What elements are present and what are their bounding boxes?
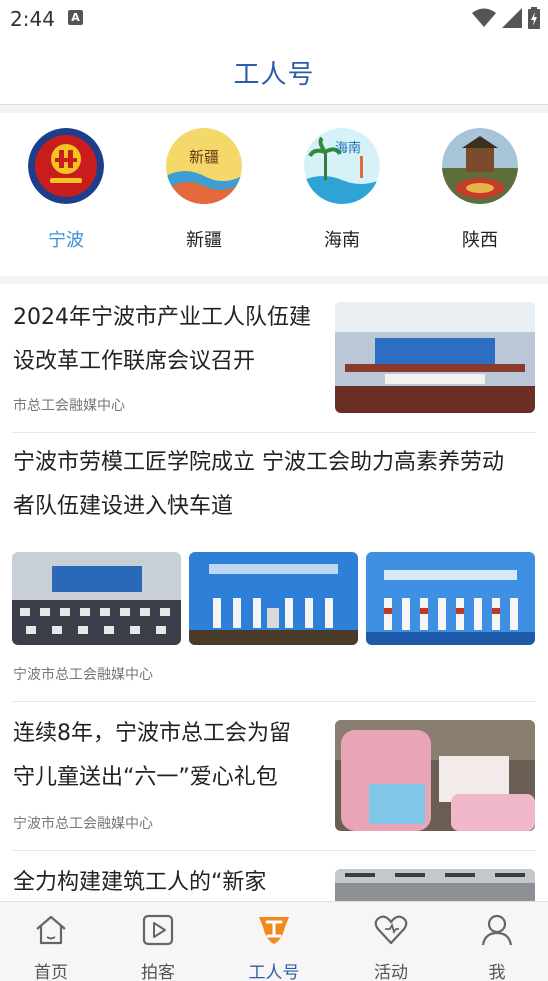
tab-home[interactable]: 首页 <box>11 912 91 981</box>
article-item[interactable]: 宁波市劳模工匠学院成立 宁波工会助力高素养劳动 者队伍建设进入快车道 宁波市总工… <box>0 433 548 701</box>
channel-hainan[interactable]: 海南 海南 <box>292 128 392 252</box>
user-icon <box>481 914 513 946</box>
title-bar: 工人号 <box>0 36 548 105</box>
tab-label: 我 <box>488 963 506 981</box>
channel-xinjiang[interactable]: 新疆 新疆 <box>154 128 254 252</box>
article-title-line2: 者队伍建设进入快车道 <box>13 494 234 519</box>
article-feed[interactable]: 2024年宁波市产业工人队伍建 设改革工作联席会议召开 市总工会融媒中心 宁波市… <box>0 284 548 901</box>
article-title-line1: 全力构建建筑工人的“新家 <box>13 870 267 895</box>
heart-icon <box>374 915 408 945</box>
channel-label: 新疆 <box>186 230 222 251</box>
tab-me[interactable]: 我 <box>457 912 537 981</box>
tab-label: 拍客 <box>141 963 175 981</box>
status-icons <box>472 6 540 30</box>
bottom-tab-bar: 首页 拍客 工人号 活动 我 <box>0 901 548 981</box>
article-thumbnail <box>335 869 535 901</box>
channel-list: 宁波 新疆 新疆 海南 海南 陕西 <box>0 113 548 276</box>
status-time: 2:44 <box>10 7 55 31</box>
article-title-line2: 设改革工作联席会议召开 <box>13 349 256 374</box>
article-thumbnail <box>366 552 535 645</box>
article-title-line2: 守儿童送出“六一”爱心礼包 <box>13 765 278 790</box>
article-thumbnail <box>12 552 181 645</box>
logo-text-xinjiang: 新疆 <box>189 148 219 166</box>
page-title: 工人号 <box>233 60 315 90</box>
union-icon <box>259 917 289 944</box>
battery-icon <box>528 7 540 29</box>
tab-huodong[interactable]: 活动 <box>351 912 431 981</box>
channel-label: 海南 <box>324 230 360 251</box>
logo-text-hainan: 海南 <box>335 140 361 156</box>
tab-label: 首页 <box>34 963 68 981</box>
channel-shaanxi[interactable]: 陕西 <box>430 128 530 252</box>
status-bar: 2:44 A <box>0 0 548 36</box>
article-item[interactable]: 全力构建建筑工人的“新家 <box>0 851 548 901</box>
article-title-line1: 2024年宁波市产业工人队伍建 <box>13 305 311 330</box>
tab-paike[interactable]: 拍客 <box>118 912 198 981</box>
hainan-logo-icon: 海南 <box>304 128 380 204</box>
notification-a-icon: A <box>68 10 83 25</box>
article-source: 宁波市总工会融媒中心 <box>13 667 153 683</box>
channel-label: 宁波 <box>48 230 84 251</box>
tab-gongrenhao[interactable]: 工人号 <box>234 912 314 981</box>
play-icon <box>142 914 174 946</box>
channel-label: 陕西 <box>462 230 498 251</box>
article-title-line1: 连续8年，宁波市总工会为留 <box>13 721 291 746</box>
shaanxi-logo-icon <box>442 128 518 204</box>
ningbo-union-logo-icon <box>28 128 104 204</box>
article-thumbnail <box>189 552 358 645</box>
wifi-icon <box>472 8 496 27</box>
article-thumbnail <box>335 720 535 831</box>
article-title-line1: 宁波市劳模工匠学院成立 宁波工会助力高素养劳动 <box>13 450 504 475</box>
signal-icon <box>502 8 522 28</box>
article-item[interactable]: 连续8年，宁波市总工会为留 守儿童送出“六一”爱心礼包 宁波市总工会融媒中心 <box>0 702 548 850</box>
article-thumbnail <box>335 302 535 413</box>
tab-label: 活动 <box>374 963 408 981</box>
article-source: 市总工会融媒中心 <box>13 398 125 414</box>
tab-label: 工人号 <box>248 963 300 981</box>
channel-ningbo[interactable]: 宁波 <box>16 128 116 252</box>
xinjiang-logo-icon: 新疆 <box>166 128 242 204</box>
home-icon <box>36 915 66 945</box>
article-item[interactable]: 2024年宁波市产业工人队伍建 设改革工作联席会议召开 市总工会融媒中心 <box>0 284 548 432</box>
article-source: 宁波市总工会融媒中心 <box>13 816 153 832</box>
